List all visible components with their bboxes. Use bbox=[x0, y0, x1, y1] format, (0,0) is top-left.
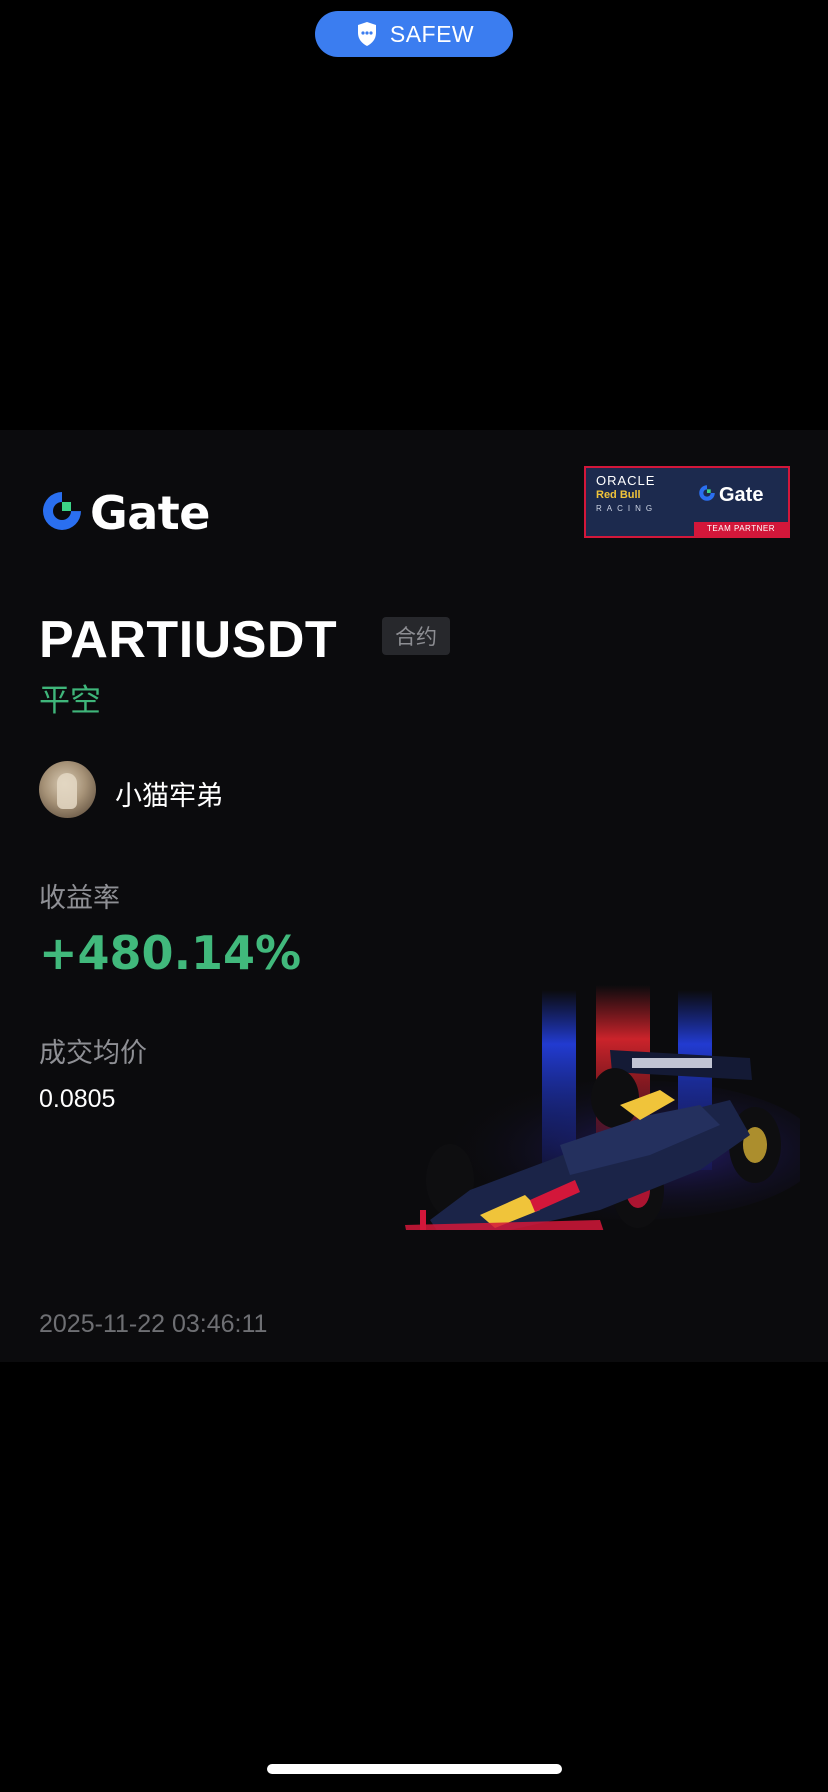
gate-wordmark: Gate bbox=[90, 486, 211, 540]
trade-direction: 平空 bbox=[39, 683, 101, 718]
share-card: Gate ORACLE Red Bull RACING Gate TEAM PA… bbox=[0, 430, 828, 1362]
gate-logo-icon bbox=[698, 484, 716, 507]
gate-logo-icon bbox=[40, 489, 84, 538]
gate-logo: Gate bbox=[40, 486, 211, 540]
partner-line3: RACING bbox=[596, 504, 658, 513]
username: 小猫牢弟 bbox=[115, 781, 223, 811]
partner-gate-logo: Gate bbox=[698, 484, 763, 507]
avg-price-value: 0.0805 bbox=[39, 1085, 116, 1113]
screen: SAFEW Gate ORACLE Red Bull RACING Gate T… bbox=[0, 0, 828, 1792]
team-partner-strip: TEAM PARTNER bbox=[694, 522, 788, 536]
oracle-redbull-logo: ORACLE Red Bull RACING bbox=[596, 474, 682, 516]
avatar bbox=[39, 761, 96, 818]
safew-label: SAFEW bbox=[389, 20, 475, 47]
trading-symbol: PARTIUSDT bbox=[39, 611, 338, 669]
avg-price-label: 成交均价 bbox=[39, 1038, 147, 1068]
safew-pill[interactable]: SAFEW bbox=[315, 11, 513, 57]
partner-line1: ORACLE bbox=[596, 473, 656, 488]
roi-label: 收益率 bbox=[39, 883, 120, 913]
timestamp: 2025-11-22 03:46:11 bbox=[39, 1310, 268, 1338]
team-partner-badge: ORACLE Red Bull RACING Gate TEAM PARTNER bbox=[584, 466, 790, 538]
chat-shield-icon bbox=[354, 19, 380, 49]
roi-value: +480.14% bbox=[39, 926, 302, 980]
contract-tag: 合约 bbox=[382, 617, 450, 655]
partner-line2: Red Bull bbox=[596, 489, 641, 501]
race-car-illustration bbox=[400, 930, 820, 1240]
partner-gate-wordmark: Gate bbox=[719, 484, 764, 506]
home-indicator[interactable] bbox=[267, 1764, 562, 1774]
